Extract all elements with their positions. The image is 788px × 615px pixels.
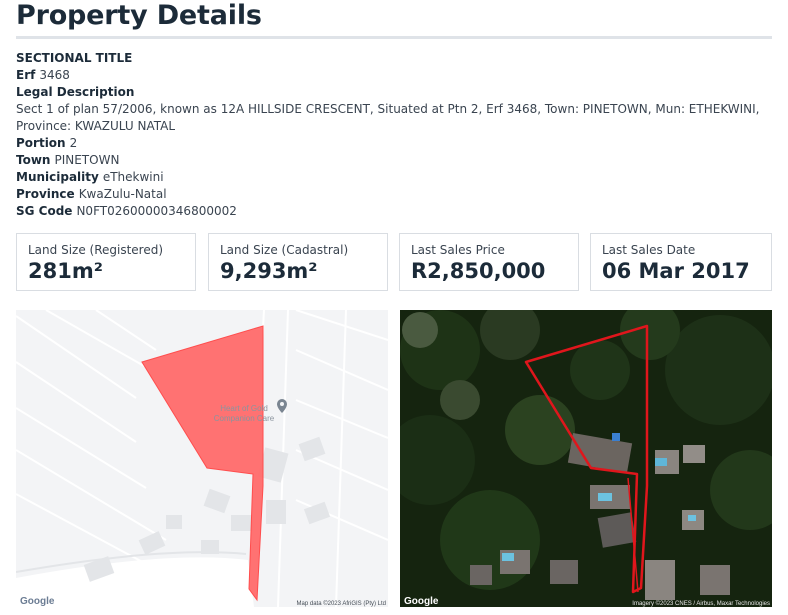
portion-value: 2 [69,136,78,150]
last-sales-price-card: Last Sales Price R2,850,000 [399,233,579,291]
card-value: 06 Mar 2017 [602,259,750,283]
portion-label: Portion [16,136,66,150]
card-value: 281m² [28,259,103,283]
google-logo: Google [404,596,439,607]
details-list: SECTIONAL TITLE Erf 3468 Legal Descriptio… [16,50,772,220]
erf-value: 3468 [39,68,70,82]
card-label: Last Sales Date [602,243,696,257]
title-type: SECTIONAL TITLE [16,51,133,65]
property-details-section: Property Details SECTIONAL TITLE Erf 3468… [16,0,772,220]
municipality-value: eThekwini [102,170,164,184]
legal-description-label: Legal Description [16,85,135,99]
erf-label: Erf [16,68,36,82]
municipality-label: Municipality [16,170,99,184]
card-label: Last Sales Price [411,243,505,257]
summary-cards: Land Size (Registered) 281m² Land Size (… [16,233,772,293]
province-label: Province [16,187,75,201]
town-label: Town [16,153,51,167]
title-divider [16,36,772,39]
poi-label: Heart of Gold [220,404,268,413]
sg-code-value: N0FT02600000346800002 [76,204,237,218]
page-title: Property Details [16,0,262,31]
poi-label-line2: Companion Care [214,414,275,423]
sg-code-label: SG Code [16,204,73,218]
land-size-cadastral-card: Land Size (Cadastral) 9,293m² [208,233,388,291]
satellite-map[interactable]: Google Imagery ©2023 CNES / Airbus, Maxa… [400,310,772,607]
street-map[interactable]: Heart of Gold Companion Care Google Map … [16,310,388,607]
card-label: Land Size (Registered) [28,243,164,257]
legal-description-value: Sect 1 of plan 57/2006, known as 12A HIL… [16,102,760,133]
card-value: 9,293m² [220,259,318,283]
google-logo: Google [20,596,55,607]
last-sales-date-card: Last Sales Date 06 Mar 2017 [590,233,772,291]
land-size-registered-card: Land Size (Registered) 281m² [16,233,196,291]
maps-row: Heart of Gold Companion Care Google Map … [16,310,772,607]
town-value: PINETOWN [54,153,120,167]
map-attribution: Imagery ©2023 CNES / Airbus, Maxar Techn… [632,600,770,607]
card-value: R2,850,000 [411,259,546,283]
card-label: Land Size (Cadastral) [220,243,349,257]
province-value: KwaZulu-Natal [78,187,167,201]
map-attribution: Map data ©2023 AfriGIS (Pty) Ltd [297,600,386,607]
